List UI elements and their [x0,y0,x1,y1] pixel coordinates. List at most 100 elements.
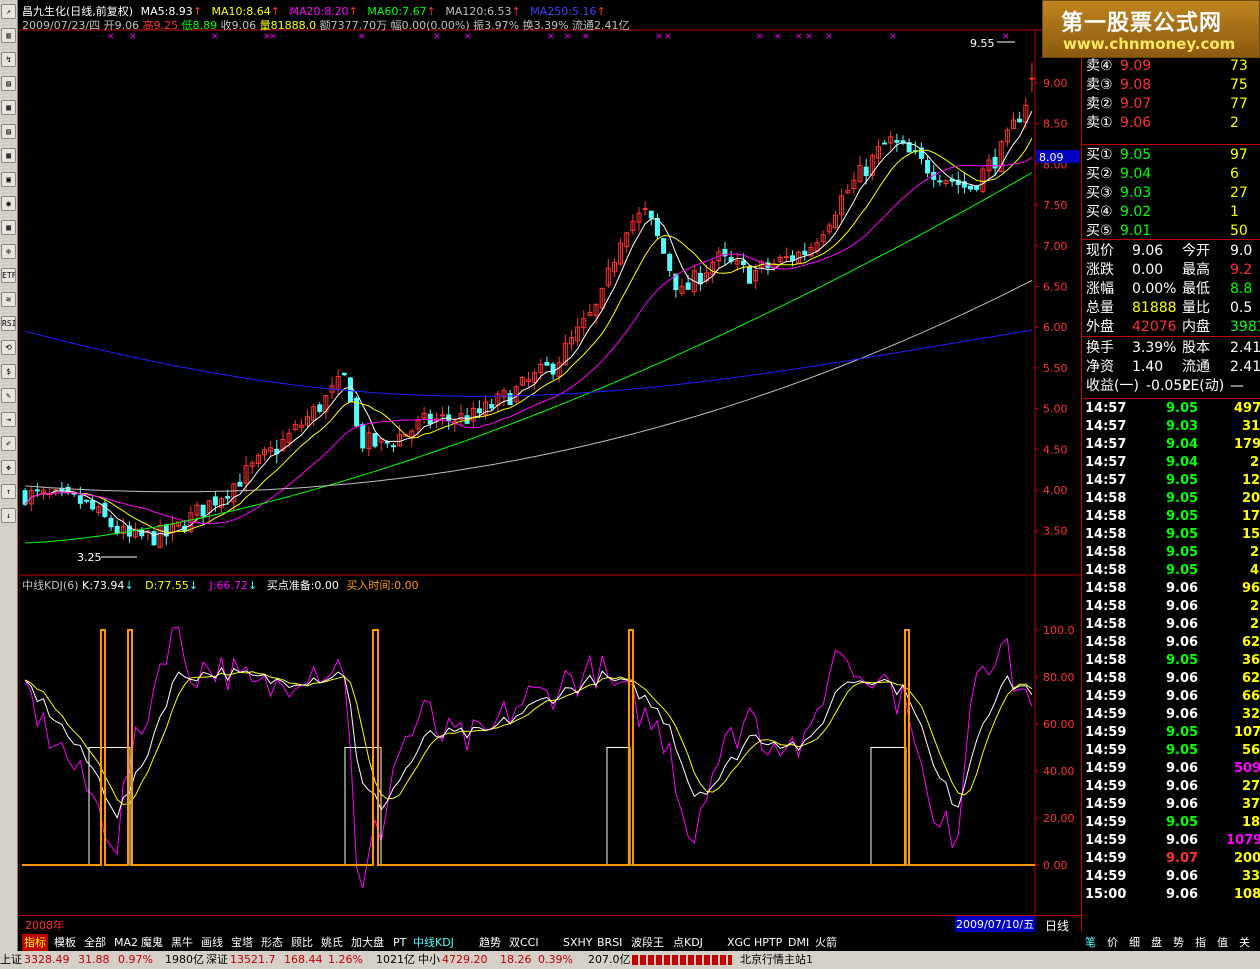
panel-tab[interactable]: 价 [1105,934,1120,951]
tick-price: 9.06 [1166,833,1199,848]
indicator-tab[interactable]: 姚氏 [319,934,345,951]
up-arrow-icon[interactable]: ↑ [1,484,16,499]
site-logo: 第一股票公式网 www.chnmoney.com [1042,0,1260,58]
chart-icon[interactable]: ▥ [1,28,16,43]
panel-tab[interactable]: 势 [1171,934,1186,951]
candle-down [237,481,243,487]
tick-row: 15:00 9.06 108 [1082,886,1260,904]
table-icon[interactable]: ▤ [1,124,16,139]
trend-icon[interactable]: ↗ [1,4,16,19]
refresh-icon[interactable]: ⟲ [1,340,16,355]
indicator-tab[interactable]: MA2 [112,934,140,951]
price-tick-label: 7.00 [1043,240,1068,253]
quote-value: — [1230,378,1244,394]
panel-tab[interactable]: 细 [1127,934,1142,951]
period-label[interactable]: 日线 [1045,917,1069,934]
jump-icon[interactable]: ⇥ [1,412,16,427]
quote-label: 涨跌 [1086,262,1114,278]
quote-label: 换手 [1086,340,1114,356]
panel-tab[interactable]: 盘 [1149,934,1164,951]
candle-down [77,495,83,504]
etf-icon[interactable]: ETF [1,268,16,283]
box-icon[interactable]: ▣ [1,172,16,187]
draw-icon[interactable]: ✎ [1,388,16,403]
candle-down [685,282,691,290]
high-label: 9.55 [970,37,995,50]
sell-level: 卖③ 9.08 75 [1082,76,1260,95]
tick-price: 9.07 [1166,851,1199,866]
indicator-tab[interactable]: 点KDJ [671,934,705,951]
list-icon[interactable]: ▤ [1,76,16,91]
turnover-value: 换3.39% [522,19,569,32]
tick-price: 9.05 [1166,725,1199,740]
panel-tab[interactable]: 笔 [1083,934,1098,951]
panel-tab[interactable]: 指 [1193,934,1208,951]
wave-icon[interactable]: ≋ [1,292,16,307]
indicator-tab[interactable]: BRSI [595,934,624,951]
indicator-tab[interactable]: HPTP [752,934,784,951]
indicator-tab[interactable]: 双CCI [507,934,541,951]
sell-level: 卖② 9.07 77 [1082,95,1260,114]
panel-tab[interactable]: 关 [1237,934,1252,951]
quote-label: 涨幅 [1086,281,1114,297]
indicator-tab[interactable]: 波段王 [629,934,666,951]
pencil-icon[interactable]: ✐ [1,436,16,451]
rsi-icon[interactable]: RSI [1,316,16,331]
tick-price: 9.05 [1166,401,1199,416]
chart-area[interactable]: 9.00 8.50 8.00 7.50 7.00 6.50 6.00 5.50 5.00 4.50… [19,0,1081,933]
tick-volume: 4 [1250,563,1260,578]
price-tick-label: 6.50 [1043,281,1068,294]
buy-label: 买② [1086,166,1113,182]
zx-value: 4729.20 [442,953,488,966]
tick-volume: 62 [1242,671,1260,686]
indicator-tab[interactable]: 黑牛 [169,934,195,951]
high-value: 高9.25 [142,19,179,32]
money-icon[interactable]: $ [1,364,16,379]
block-icon[interactable]: ▦ [1,220,16,235]
buy-label: 买④ [1086,204,1113,220]
tick-volume: 36 [1242,653,1260,668]
tick-volume: 96 [1242,581,1260,596]
price-tick-label: 5.00 [1043,403,1068,416]
indicator-tab[interactable]: 顾比 [289,934,315,951]
quote-label: 股本 [1182,340,1210,356]
indicator-tab[interactable]: 形态 [259,934,285,951]
indicator-tab[interactable]: 魔鬼 [139,934,165,951]
indicator-tab[interactable]: 画线 [199,934,225,951]
indicator-tab[interactable]: 宝塔 [229,934,255,951]
indicator-tab[interactable]: 中线KDJ [411,934,456,951]
tick-volume: 179 [1234,437,1260,452]
tick-row: 14:58 9.06 96 [1082,580,1260,598]
indicator-tab[interactable]: 加大盘 [349,934,386,951]
indicator-tab[interactable]: XGC [725,934,753,951]
candle-down [83,499,89,502]
move-icon[interactable]: ✥ [1,460,16,475]
indicator-tab[interactable]: 火箭 [813,934,839,951]
indicator-tab[interactable]: DMI [786,934,811,951]
buy-volume: 1 [1230,204,1239,220]
tick-time: 14:59 [1085,869,1127,884]
zoom-icon[interactable]: ⊕ [1,244,16,259]
tick-volume: 33 [1242,869,1260,884]
indicator-tab[interactable]: 全部 [82,934,108,951]
indicator-tab[interactable]: 模板 [52,934,78,951]
sell-price: 9.06 [1120,115,1152,131]
indicator-tab[interactable]: 指标 [22,934,48,951]
candle-down [550,363,556,375]
grid-icon[interactable]: ▦ [1,100,16,115]
panel-tab[interactable]: 值 [1215,934,1230,951]
candle-icon[interactable]: ↯ [1,52,16,67]
board-icon[interactable]: ▦ [1,148,16,163]
indicator-tab[interactable]: SXHY [561,934,595,951]
down-arrow-icon[interactable]: ↓ [1,508,16,523]
left-toolbar: ↗ ▥ ↯ ▤ ▦ ▤ ▦ ▣ ◉ ▦ ⊕ ETF ≋ RSI ⟲ $ ✎ ⇥ ✐ ✥ ↑ ↓ [0,0,18,951]
tick-row: 14:59 9.06 66 [1082,688,1260,706]
kline-chart[interactable]: 9.008.508.007.507.006.506.005.505.004.50… [19,0,1081,933]
sh-change: 31.88 [78,953,110,966]
indicator-tab[interactable]: PT [391,934,408,951]
candle-down [200,504,206,517]
target-icon[interactable]: ◉ [1,196,16,211]
signal-marker: × [795,32,803,42]
indicator-tab[interactable]: 趋势 [477,934,503,951]
tick-volume: 62 [1242,635,1260,650]
